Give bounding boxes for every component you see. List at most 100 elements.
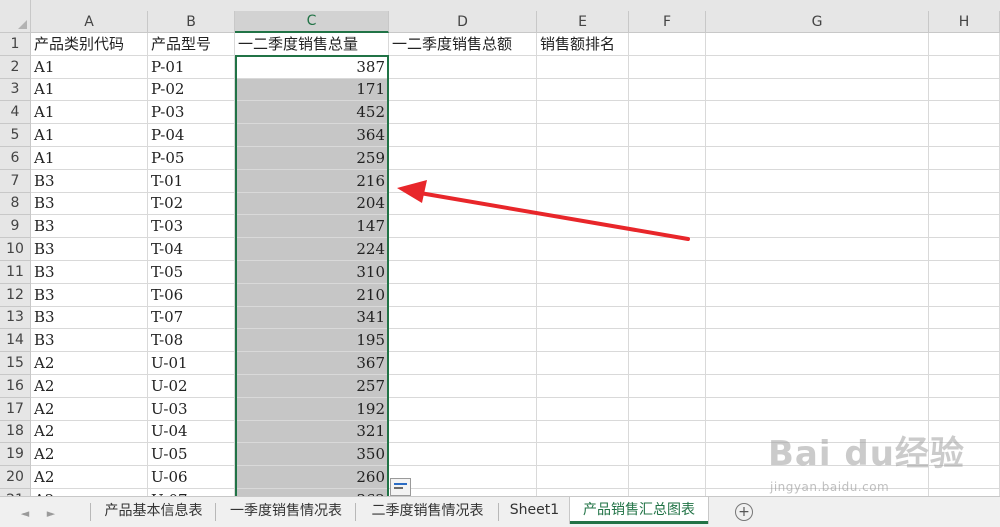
cell-e7[interactable] [537, 169, 629, 193]
cell-h5[interactable] [929, 124, 1000, 147]
cell-g10[interactable] [706, 238, 929, 261]
cell-f6[interactable] [629, 147, 706, 170]
cell-f4[interactable] [629, 101, 706, 125]
cell-f14[interactable] [629, 329, 706, 353]
cell-a5[interactable]: A1 [31, 124, 148, 147]
row-header[interactable]: 5 [0, 124, 31, 147]
cell-f12[interactable] [629, 283, 706, 307]
cell-g18[interactable] [706, 420, 929, 444]
cell-b7[interactable]: T-01 [148, 169, 235, 193]
sheet-tab[interactable]: 二季度销售情况表 [356, 497, 499, 523]
cell-h8[interactable] [929, 192, 1000, 216]
cell-g21[interactable] [706, 489, 929, 496]
cell-h1[interactable] [929, 33, 1000, 56]
cell-c10[interactable]: 224 [235, 238, 389, 261]
row-header[interactable]: 14 [0, 329, 31, 353]
row-header[interactable]: 20 [0, 466, 31, 489]
sheet-tab[interactable]: 产品基本信息表 [91, 497, 216, 523]
cell-a21[interactable]: A2 [31, 489, 148, 496]
cell-e11[interactable] [537, 261, 629, 284]
cell-c4[interactable]: 452 [235, 101, 389, 125]
cell-e8[interactable] [537, 192, 629, 216]
cell-a15[interactable]: A2 [31, 352, 148, 375]
cell-g11[interactable] [706, 261, 929, 284]
cell-d13[interactable] [389, 306, 537, 330]
cell-a2[interactable]: A1 [31, 55, 148, 79]
cell-h11[interactable] [929, 261, 1000, 284]
cell-g16[interactable] [706, 375, 929, 398]
cell-g19[interactable] [706, 443, 929, 467]
cell-b9[interactable]: T-03 [148, 215, 235, 239]
row-header[interactable]: 19 [0, 443, 31, 467]
cell-h4[interactable] [929, 101, 1000, 125]
cell-e9[interactable] [537, 215, 629, 239]
cell-d14[interactable] [389, 329, 537, 353]
cell-d4[interactable] [389, 101, 537, 125]
cell-a17[interactable]: A2 [31, 397, 148, 421]
cell-e15[interactable] [537, 352, 629, 375]
cell-h6[interactable] [929, 147, 1000, 170]
cell-b5[interactable]: P-04 [148, 124, 235, 147]
cell-h20[interactable] [929, 466, 1000, 489]
row-header[interactable]: 16 [0, 375, 31, 398]
cell-f3[interactable] [629, 78, 706, 102]
cell-d7[interactable] [389, 169, 537, 193]
column-header-e[interactable]: E [537, 11, 629, 33]
cell-c12[interactable]: 210 [235, 283, 389, 307]
cell-b12[interactable]: T-06 [148, 283, 235, 307]
cell-b1[interactable]: 产品型号 [148, 33, 235, 56]
cell-g12[interactable] [706, 283, 929, 307]
cell-b17[interactable]: U-03 [148, 397, 235, 421]
cell-a11[interactable]: B3 [31, 261, 148, 284]
cell-h2[interactable] [929, 55, 1000, 79]
cell-g3[interactable] [706, 78, 929, 102]
cell-h17[interactable] [929, 397, 1000, 421]
cell-g2[interactable] [706, 55, 929, 79]
cell-d16[interactable] [389, 375, 537, 398]
cell-f17[interactable] [629, 397, 706, 421]
cell-c17[interactable]: 192 [235, 397, 389, 421]
cell-g1[interactable] [706, 33, 929, 56]
cell-e4[interactable] [537, 101, 629, 125]
cell-d19[interactable] [389, 443, 537, 467]
cell-a20[interactable]: A2 [31, 466, 148, 489]
cell-d10[interactable] [389, 238, 537, 261]
cell-a13[interactable]: B3 [31, 306, 148, 330]
cell-e17[interactable] [537, 397, 629, 421]
cell-c6[interactable]: 259 [235, 147, 389, 170]
cell-b8[interactable]: T-02 [148, 192, 235, 216]
cell-b18[interactable]: U-04 [148, 420, 235, 444]
cell-b11[interactable]: T-05 [148, 261, 235, 284]
cell-f15[interactable] [629, 352, 706, 375]
cell-c5[interactable]: 364 [235, 124, 389, 147]
cell-a18[interactable]: A2 [31, 420, 148, 444]
cell-a3[interactable]: A1 [31, 78, 148, 102]
row-header[interactable]: 15 [0, 352, 31, 375]
cell-f16[interactable] [629, 375, 706, 398]
cell-e18[interactable] [537, 420, 629, 444]
cell-e21[interactable] [537, 489, 629, 496]
cell-e5[interactable] [537, 124, 629, 147]
cell-e2[interactable] [537, 55, 629, 79]
cell-c11[interactable]: 310 [235, 261, 389, 284]
row-header[interactable]: 6 [0, 147, 31, 170]
cell-b21[interactable]: U-07 [148, 489, 235, 496]
cell-b4[interactable]: P-03 [148, 101, 235, 125]
previous-sheet-icon[interactable]: ◄ [18, 506, 32, 520]
cell-a6[interactable]: A1 [31, 147, 148, 170]
column-header-a[interactable]: A [31, 11, 148, 33]
cell-b6[interactable]: P-05 [148, 147, 235, 170]
cell-a16[interactable]: A2 [31, 375, 148, 398]
cell-c14[interactable]: 195 [235, 329, 389, 353]
cell-e12[interactable] [537, 283, 629, 307]
quick-analysis-icon[interactable] [390, 478, 411, 496]
cell-f5[interactable] [629, 124, 706, 147]
row-header[interactable]: 2 [0, 55, 31, 79]
cell-g7[interactable] [706, 169, 929, 193]
cell-d1[interactable]: 一二季度销售总额 [389, 33, 537, 56]
cell-b14[interactable]: T-08 [148, 329, 235, 353]
cell-d21[interactable] [389, 489, 537, 496]
cell-h13[interactable] [929, 306, 1000, 330]
next-sheet-icon[interactable]: ► [44, 506, 58, 520]
cell-g20[interactable] [706, 466, 929, 489]
